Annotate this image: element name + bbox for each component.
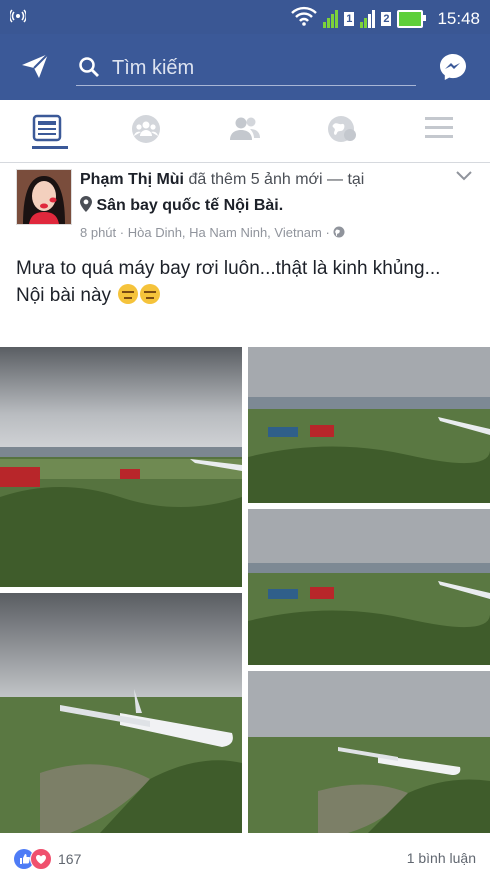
friends-icon [230, 117, 260, 140]
love-icon [30, 848, 52, 870]
post-meta: 8 phút · Hòa Dinh, Ha Nam Ninh, Vietnam … [80, 225, 345, 240]
post-footer: 167 1 bình luận [0, 842, 490, 871]
notification-icon [8, 7, 28, 26]
unamused-emoji-icon [140, 284, 161, 304]
comments-count[interactable]: 1 bình luận [407, 850, 476, 866]
photo-1[interactable] [0, 347, 242, 587]
photo-grid [0, 347, 490, 833]
avatar[interactable] [16, 169, 72, 225]
tab-menu[interactable] [424, 114, 460, 146]
clock: 15:48 [437, 8, 480, 28]
signal-icon-2 [360, 9, 376, 28]
post-text-line1: Mưa to quá máy bay rơi luôn...thật là ki… [16, 258, 441, 279]
tab-news-feed[interactable] [32, 114, 68, 149]
chevron-down-icon[interactable] [455, 169, 473, 187]
post-place-line: Sân bay quốc tế Nội Bài. [80, 196, 283, 215]
notifications-globe-icon [328, 116, 356, 142]
unamused-emoji-icon [118, 284, 139, 304]
search-bar[interactable] [76, 51, 416, 86]
author-name[interactable]: Phạm Thị Mùi [80, 171, 184, 188]
post-action: đã thêm 5 ảnh mới — tại [188, 171, 365, 188]
app-bar [0, 34, 490, 100]
post-text-line2: Nội bài này [16, 282, 476, 309]
signal-box-2: 2 [381, 11, 392, 26]
send-icon[interactable] [20, 52, 50, 85]
wifi-icon [291, 6, 318, 31]
photo-2[interactable] [248, 347, 490, 503]
signal-icon [323, 9, 339, 28]
signal-box-1: 1 [344, 11, 355, 26]
battery-icon [397, 9, 427, 28]
tab-groups[interactable] [130, 114, 166, 146]
tab-bar [0, 100, 490, 163]
post-time[interactable]: 8 phút [80, 225, 116, 240]
status-bar: 1 2 15:48 [0, 0, 490, 34]
search-icon [78, 56, 100, 83]
post-text: Mưa to quá máy bay rơi luôn...thật là ki… [16, 255, 476, 309]
messenger-icon[interactable] [438, 52, 468, 87]
reaction-count: 167 [58, 851, 82, 867]
search-input[interactable] [110, 53, 404, 83]
news-feed-icon [32, 114, 62, 142]
post-text-line2-text: Nội bài này [16, 285, 112, 306]
place-link[interactable]: Sân bay quốc tế Nội Bài. [96, 197, 283, 214]
tab-notifications[interactable] [326, 114, 362, 146]
tab-friends[interactable] [228, 114, 264, 146]
privacy-globe-icon [333, 225, 345, 240]
post-header: Phạm Thị Mùi đã thêm 5 ảnh mới — tại [80, 171, 364, 189]
photo-4[interactable] [0, 593, 242, 833]
meta-dot: · [119, 225, 128, 240]
photo-3[interactable] [248, 509, 490, 665]
groups-icon [132, 115, 160, 143]
menu-icon [425, 117, 453, 138]
photo-5[interactable] [248, 671, 490, 833]
reactions-summary[interactable]: 167 [14, 848, 81, 870]
location-pin-icon [80, 196, 96, 214]
post-location[interactable]: Hòa Dinh, Ha Nam Ninh, Vietnam [128, 225, 322, 240]
